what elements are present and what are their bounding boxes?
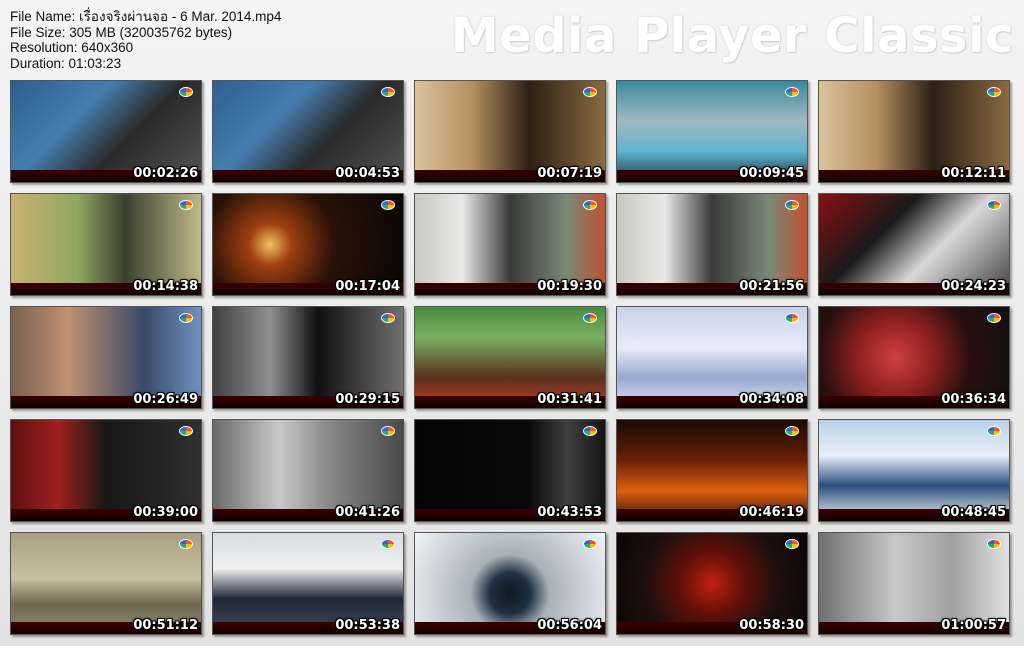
channel-logo-icon (583, 200, 597, 210)
channel-logo-icon (987, 87, 1001, 97)
channel-logo-icon (381, 313, 395, 323)
thumbnail[interactable]: 00:41:26 (212, 419, 404, 522)
thumbnail[interactable]: 00:24:23 (818, 193, 1010, 296)
timestamp: 00:04:53 (335, 166, 400, 181)
thumbnail[interactable]: 00:34:08 (616, 306, 808, 409)
channel-logo-icon (987, 313, 1001, 323)
timestamp: 00:12:11 (941, 166, 1006, 181)
thumbnail-grid: 00:02:26 00:04:53 00:07:19 00:09:45 00:12:11… (0, 0, 1024, 646)
timestamp: 00:02:26 (133, 166, 198, 181)
channel-logo-icon (179, 200, 193, 210)
channel-logo-icon (583, 87, 597, 97)
timestamp: 00:09:45 (739, 166, 804, 181)
channel-logo-icon (179, 426, 193, 436)
thumbnail[interactable]: 00:02:26 (10, 80, 202, 183)
timestamp: 00:14:38 (133, 279, 198, 294)
channel-logo-icon (381, 426, 395, 436)
channel-logo-icon (785, 200, 799, 210)
channel-logo-icon (785, 87, 799, 97)
channel-logo-icon (987, 539, 1001, 549)
thumbnail[interactable]: 00:29:15 (212, 306, 404, 409)
timestamp: 00:56:04 (537, 618, 602, 633)
timestamp: 00:41:26 (335, 505, 400, 520)
thumbnail[interactable]: 00:04:53 (212, 80, 404, 183)
channel-logo-icon (987, 200, 1001, 210)
timestamp: 00:24:23 (941, 279, 1006, 294)
thumbnail[interactable]: 00:51:12 (10, 532, 202, 635)
channel-logo-icon (179, 539, 193, 549)
thumbnail[interactable]: 00:46:19 (616, 419, 808, 522)
timestamp: 00:19:30 (537, 279, 602, 294)
channel-logo-icon (987, 426, 1001, 436)
channel-logo-icon (785, 426, 799, 436)
timestamp: 00:31:41 (537, 392, 602, 407)
timestamp: 00:39:00 (133, 505, 198, 520)
channel-logo-icon (179, 87, 193, 97)
channel-logo-icon (785, 539, 799, 549)
thumbnail[interactable]: 00:07:19 (414, 80, 606, 183)
thumbnail[interactable]: 00:39:00 (10, 419, 202, 522)
thumbnail[interactable]: 00:53:38 (212, 532, 404, 635)
thumbnail[interactable]: 00:26:49 (10, 306, 202, 409)
channel-logo-icon (381, 87, 395, 97)
thumbnail[interactable]: 00:36:34 (818, 306, 1010, 409)
thumbnail[interactable]: 00:17:04 (212, 193, 404, 296)
thumbnail[interactable]: 00:12:11 (818, 80, 1010, 183)
channel-logo-icon (381, 539, 395, 549)
timestamp: 00:26:49 (133, 392, 198, 407)
timestamp: 00:48:45 (941, 505, 1006, 520)
thumbnail[interactable]: 00:48:45 (818, 419, 1010, 522)
channel-logo-icon (381, 200, 395, 210)
thumbnail[interactable]: 00:19:30 (414, 193, 606, 296)
thumbnail[interactable]: 00:21:56 (616, 193, 808, 296)
channel-logo-icon (179, 313, 193, 323)
timestamp: 00:21:56 (739, 279, 804, 294)
timestamp: 01:00:57 (941, 618, 1006, 633)
channel-logo-icon (583, 313, 597, 323)
thumbnail[interactable]: 00:43:53 (414, 419, 606, 522)
timestamp: 00:36:34 (941, 392, 1006, 407)
channel-logo-icon (583, 426, 597, 436)
thumbnail[interactable]: 00:14:38 (10, 193, 202, 296)
thumbnail[interactable]: 00:09:45 (616, 80, 808, 183)
channel-logo-icon (785, 313, 799, 323)
timestamp: 00:46:19 (739, 505, 804, 520)
timestamp: 00:17:04 (335, 279, 400, 294)
thumbnail[interactable]: 00:31:41 (414, 306, 606, 409)
timestamp: 00:58:30 (739, 618, 804, 633)
thumbnail[interactable]: 00:58:30 (616, 532, 808, 635)
timestamp: 00:07:19 (537, 166, 602, 181)
thumbnail[interactable]: 01:00:57 (818, 532, 1010, 635)
timestamp: 00:51:12 (133, 618, 198, 633)
channel-logo-icon (583, 539, 597, 549)
timestamp: 00:29:15 (335, 392, 400, 407)
timestamp: 00:34:08 (739, 392, 804, 407)
timestamp: 00:43:53 (537, 505, 602, 520)
timestamp: 00:53:38 (335, 618, 400, 633)
thumbnail[interactable]: 00:56:04 (414, 532, 606, 635)
